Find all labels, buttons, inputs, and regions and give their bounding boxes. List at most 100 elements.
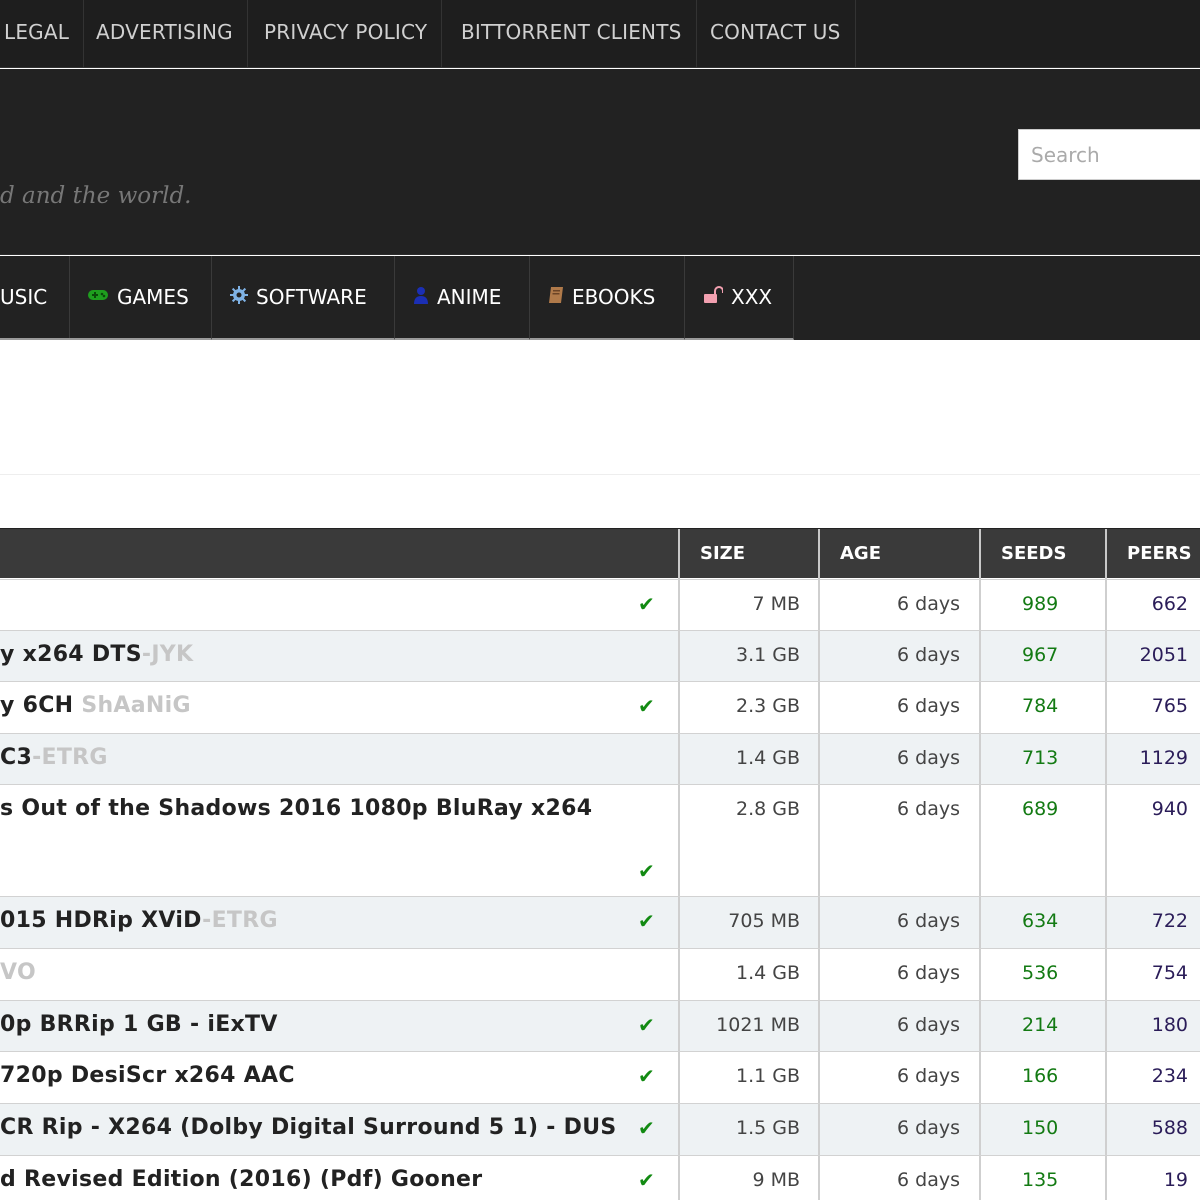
torrent-title[interactable]: 720p DesiScr x264 AAC — [0, 1063, 295, 1088]
torrent-name[interactable]: 720p DesiScr x264 AAC — [0, 1052, 295, 1100]
torrent-title[interactable]: C3 — [0, 745, 32, 770]
torrent-title[interactable]: d Revised Edition (2016) (Pdf) Gooner — [0, 1167, 482, 1192]
column-divider — [818, 1156, 820, 1200]
gear-icon — [230, 286, 248, 307]
torrent-name[interactable]: y x264 DTS-JYK — [0, 631, 193, 679]
category-label: USIC — [0, 285, 48, 309]
table-row[interactable]: s Out of the Shadows 2016 1080p BluRay x… — [0, 784, 1200, 896]
torrent-peers: 1129 — [1139, 747, 1188, 769]
torrent-size: 2.8 GB — [735, 798, 800, 820]
verified-check-icon: ✔ — [638, 1168, 655, 1192]
table-header: SIZE AGE SEEDS PEERS — [0, 528, 1200, 579]
book-icon — [548, 286, 564, 307]
table-row[interactable]: CR Rip - X264 (Dolby Digital Surround 5 … — [0, 1103, 1200, 1155]
column-divider — [818, 631, 820, 681]
column-divider — [818, 1001, 820, 1051]
category-software[interactable]: SOFTWARE — [212, 256, 395, 340]
column-divider — [979, 949, 981, 1000]
table-row[interactable]: 720p DesiScr x264 AAC ✔ 1.1 GB 6 days 166 234 — [0, 1051, 1200, 1103]
table-row[interactable]: C3-ETRG 1.4 GB 6 days 713 1129 — [0, 733, 1200, 784]
column-seeds[interactable]: SEEDS — [979, 529, 1105, 579]
torrent-uploader[interactable]: -JYK — [142, 642, 194, 667]
nav-contact-us[interactable]: CONTACT US — [696, 0, 856, 68]
column-divider — [678, 949, 680, 1000]
torrent-peers: 234 — [1151, 1065, 1188, 1087]
table-row[interactable]: y x264 DTS-JYK 3.1 GB 6 days 967 2051 — [0, 630, 1200, 681]
nav-privacy-policy[interactable]: PRIVACY POLICY — [250, 0, 443, 68]
torrent-name[interactable]: 015 HDRip XViD-ETRG — [0, 897, 278, 945]
category-ebooks[interactable]: EBOOKS — [530, 256, 685, 340]
verified-check-icon: ✔ — [638, 694, 655, 718]
column-divider — [818, 580, 820, 630]
verified-check-icon: ✔ — [638, 1064, 655, 1088]
torrent-name[interactable]: d Revised Edition (2016) (Pdf) Gooner — [0, 1156, 482, 1200]
column-divider — [1105, 580, 1107, 630]
torrent-title[interactable]: CR Rip - X264 (Dolby Digital Surround 5 … — [0, 1115, 617, 1140]
torrent-peers: 662 — [1151, 593, 1188, 615]
torrent-title[interactable]: 015 HDRip XViD — [0, 908, 202, 933]
torrent-seeds: 536 — [1022, 962, 1059, 984]
torrent-seeds: 135 — [1022, 1169, 1059, 1191]
torrent-title[interactable]: s Out of the Shadows 2016 1080p BluRay x… — [0, 796, 592, 821]
column-divider — [1105, 897, 1107, 948]
table-row[interactable]: 015 HDRip XViD-ETRG ✔ 705 MB 6 days 634 722 — [0, 896, 1200, 948]
torrent-uploader[interactable]: ShAaNiG — [81, 693, 191, 718]
column-divider — [678, 1052, 680, 1103]
table-row[interactable]: y 6CH ShAaNiG ✔ 2.3 GB 6 days 784 765 — [0, 681, 1200, 733]
column-divider — [979, 1052, 981, 1103]
column-age[interactable]: AGE — [818, 529, 979, 579]
column-peers[interactable]: PEERS — [1105, 529, 1200, 579]
torrent-seeds: 713 — [1022, 747, 1059, 769]
column-divider — [678, 734, 680, 784]
torrent-age: 6 days — [897, 747, 960, 769]
category-anime[interactable]: ANIME — [395, 256, 530, 340]
column-divider — [1105, 631, 1107, 681]
site-header: d and the world. — [0, 69, 1200, 255]
torrent-seeds: 150 — [1022, 1117, 1059, 1139]
torrent-peers: 588 — [1151, 1117, 1188, 1139]
category-xxx[interactable]: XXX — [685, 256, 794, 340]
column-size[interactable]: SIZE — [678, 529, 818, 579]
column-divider — [979, 897, 981, 948]
table-row[interactable]: VO 1.4 GB 6 days 536 754 — [0, 948, 1200, 1000]
nav-legal[interactable]: LEGAL — [0, 0, 85, 68]
column-divider — [979, 580, 981, 630]
column-divider — [979, 1156, 981, 1200]
torrent-seeds: 634 — [1022, 910, 1059, 932]
column-divider — [678, 1001, 680, 1051]
column-divider — [818, 1104, 820, 1155]
column-divider — [1105, 1156, 1107, 1200]
torrent-age: 6 days — [897, 1117, 960, 1139]
table-row[interactable]: 0p BRRip 1 GB - iExTV ✔ 1021 MB 6 days 214 18… — [0, 1000, 1200, 1051]
column-divider — [1105, 1104, 1107, 1155]
category-music[interactable]: USIC — [0, 256, 70, 340]
column-divider — [678, 682, 680, 733]
torrent-size: 705 MB — [728, 910, 800, 932]
nav-advertising[interactable]: ADVERTISING — [82, 0, 248, 68]
torrent-title[interactable]: 0p BRRip 1 GB - iExTV — [0, 1012, 278, 1037]
verified-check-icon: ✔ — [638, 1013, 655, 1037]
torrent-name[interactable]: s Out of the Shadows 2016 1080p BluRay x… — [0, 785, 592, 833]
torrent-name[interactable]: y 6CH ShAaNiG — [0, 682, 191, 730]
torrent-seeds: 214 — [1022, 1014, 1059, 1036]
torrent-title[interactable]: y 6CH — [0, 693, 81, 718]
torrent-age: 6 days — [897, 1169, 960, 1191]
torrent-uploader[interactable]: -ETRG — [32, 745, 108, 770]
torrent-name[interactable]: VO — [0, 949, 36, 997]
torrent-uploader[interactable]: VO — [0, 960, 36, 985]
nav-bittorrent-clients[interactable]: BITTORRENT CLIENTS — [447, 0, 697, 68]
torrent-title[interactable]: y x264 DTS — [0, 642, 142, 667]
torrent-uploader[interactable]: -ETRG — [202, 908, 278, 933]
torrent-name[interactable]: C3-ETRG — [0, 734, 108, 782]
table-row[interactable]: ✔ 7 MB 6 days 989 662 — [0, 579, 1200, 630]
torrent-name[interactable]: CR Rip - X264 (Dolby Digital Surround 5 … — [0, 1104, 617, 1152]
torrent-name[interactable]: 0p BRRip 1 GB - iExTV — [0, 1001, 278, 1049]
torrent-size: 1.5 GB — [735, 1117, 800, 1139]
category-games[interactable]: GAMES — [69, 256, 212, 340]
category-label: ANIME — [437, 285, 502, 309]
table-row[interactable]: d Revised Edition (2016) (Pdf) Gooner ✔ 9 … — [0, 1155, 1200, 1200]
column-divider — [818, 785, 820, 896]
search-input[interactable] — [1018, 129, 1200, 180]
torrent-age: 6 days — [897, 1014, 960, 1036]
torrent-peers: 754 — [1151, 962, 1188, 984]
